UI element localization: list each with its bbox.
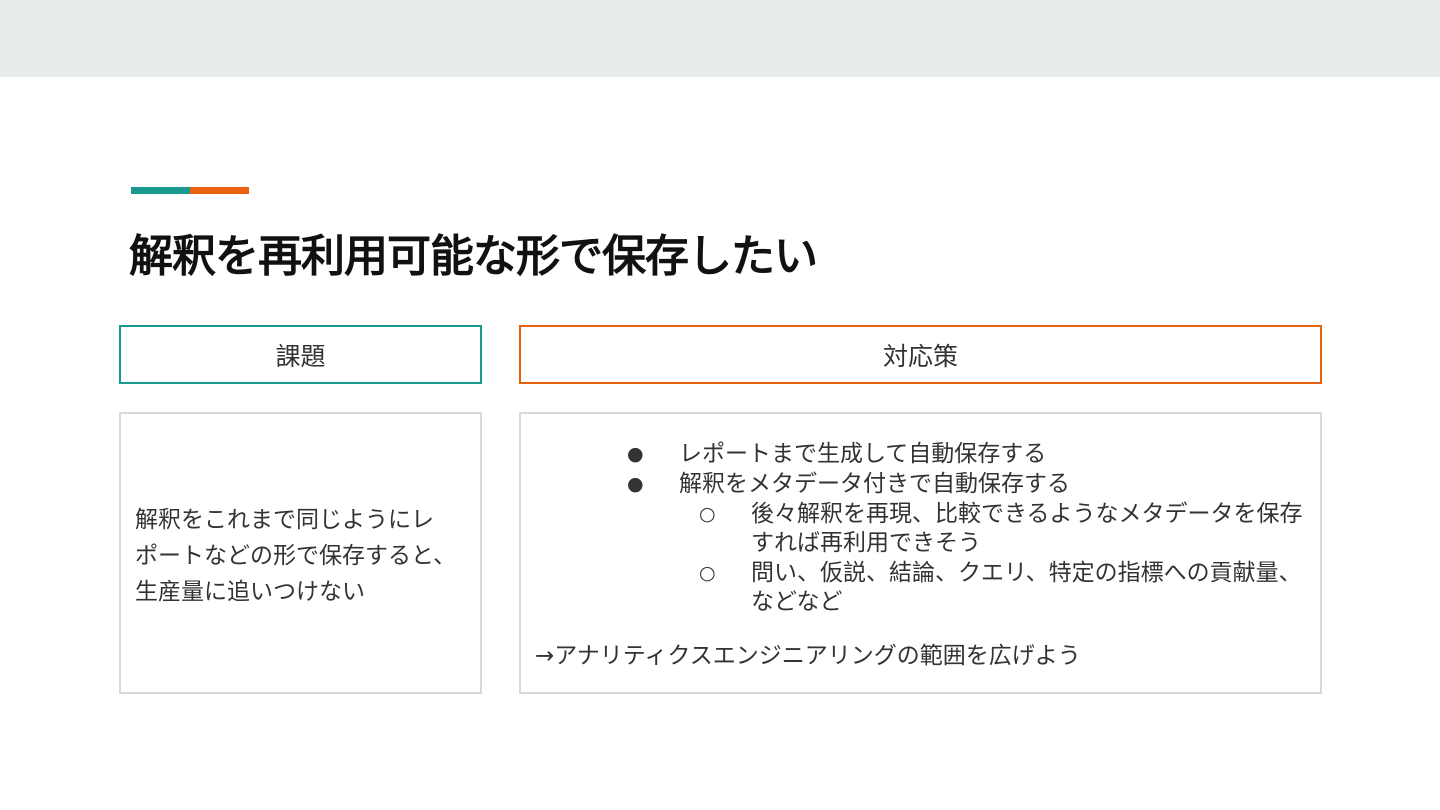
issue-line: ポートなどの形で保存すると、: [135, 543, 457, 569]
title-accent-bar: [131, 187, 249, 194]
solution-header-label: 対応策: [882, 341, 958, 371]
slide-title: 解釈を再利用可能な形で保存したい: [129, 231, 818, 282]
issue-body: 解釈をこれまで同じようにレ ポートなどの形で保存すると、 生産量に追いつけない: [119, 412, 482, 694]
bullet-text: レポートまで生成して自動保存する: [679, 441, 1047, 467]
sub-bullet-text: 問い、仮説、結論、クエリ、特定の指標への貢献量、: [751, 560, 1302, 586]
accent-teal-segment: [131, 187, 190, 194]
solution-header: 対応策: [519, 325, 1322, 384]
conclusion-text: →アナリティクスエンジニアリングの範囲を広げよう: [535, 643, 1081, 669]
bullet-text: 解釈をメタデータ付きで自動保存する: [679, 471, 1070, 497]
issue-text: 解釈をこれまで同じようにレ ポートなどの形で保存すると、 生産量に追いつけない: [135, 502, 475, 610]
issue-header-label: 課題: [275, 341, 326, 371]
sub-bullet-circle-icon: ○: [699, 562, 716, 584]
top-band: [0, 0, 1440, 77]
bullet-dot-icon: ●: [627, 473, 644, 495]
sub-bullet-text: すれば再利用できそう: [751, 530, 981, 556]
accent-orange-segment: [190, 187, 249, 194]
bullet-dot-icon: ●: [627, 443, 644, 465]
issue-header: 課題: [119, 325, 482, 384]
sub-bullet-circle-icon: ○: [699, 503, 716, 525]
sub-bullet-text: 後々解釈を再現、比較できるようなメタデータを保存: [751, 501, 1303, 527]
solution-body: ● レポートまで生成して自動保存する ● 解釈をメタデータ付きで自動保存する ○…: [519, 412, 1322, 694]
issue-line: 解釈をこれまで同じようにレ: [135, 507, 434, 533]
issue-line: 生産量に追いつけない: [135, 579, 365, 605]
sub-bullet-text: などなど: [751, 589, 843, 615]
